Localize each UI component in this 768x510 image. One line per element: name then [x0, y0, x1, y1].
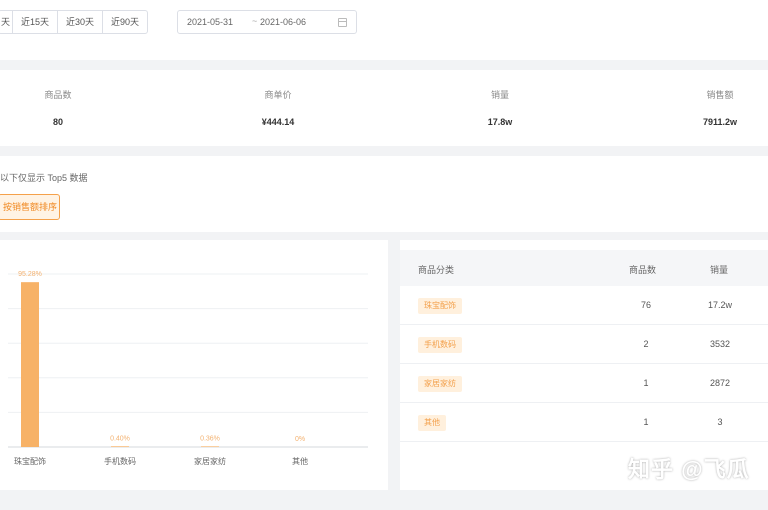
row-count: 1: [643, 378, 649, 388]
stat-value: 80: [52, 117, 63, 127]
stat-label: 商单价: [264, 90, 292, 100]
stat-product-count: 商品数 80: [0, 88, 128, 127]
category-tag[interactable]: 其他: [418, 415, 446, 431]
date-start: 2021-05-31: [187, 17, 234, 27]
top5-tip: 以下仅显示 Top5 数据: [0, 173, 88, 183]
date-range-group: 天 近15天 近30天 近90天: [0, 10, 149, 34]
stat-value: 17.8w: [487, 117, 513, 127]
range-7-days-button[interactable]: 天: [0, 11, 13, 33]
tip-area: 以下仅显示 Top5 数据: [0, 156, 768, 232]
row-count: 76: [640, 300, 651, 310]
stat-unit-price: 商单价 ¥444.14: [208, 88, 348, 127]
header-category: 商品分类: [418, 265, 455, 275]
stat-label: 销量: [490, 90, 509, 100]
summary-stats: 商品数 80 商单价 ¥444.14 销量 17.8w 销售额 7911.2w: [0, 70, 768, 146]
category-label-1: 手机数码: [104, 456, 136, 466]
date-separator: ~: [252, 16, 258, 26]
row-count: 1: [643, 417, 649, 427]
row-sales: 3532: [709, 339, 731, 349]
header-sales: 销量: [710, 265, 729, 275]
category-label-2: 家居家纺: [194, 456, 226, 466]
stat-label: 商品数: [44, 90, 72, 100]
category-chart: 95.28% 珠宝配饰 0.40% 手机数码 0.36% 家居家纺 0% 其他: [0, 240, 388, 490]
bar-2: [201, 446, 219, 447]
data-label-2: 0.36%: [200, 435, 220, 442]
stat-value: 7911.2w: [702, 117, 738, 127]
range-30-days-button[interactable]: 近30天: [58, 11, 104, 33]
row-sales: 3: [717, 417, 723, 427]
table-row[interactable]: 其他 1 3: [400, 403, 768, 442]
table-row[interactable]: 家居家纺 1 2872: [400, 364, 768, 403]
calendar-icon[interactable]: [338, 18, 347, 27]
stat-sales-volume: 销量 17.8w: [430, 88, 570, 127]
watermark: 知乎 @飞瓜: [628, 457, 750, 482]
range-15-days-button[interactable]: 近15天: [13, 11, 59, 33]
table-row[interactable]: 珠宝配饰 76 17.2w: [400, 286, 768, 325]
filter-bar: 天 近15天 近30天 近90天 2021-05-31 ~ 2021-06-06: [0, 0, 768, 60]
stat-value: ¥444.14: [261, 117, 295, 127]
date-range-picker[interactable]: 2021-05-31 ~ 2021-06-06: [177, 10, 357, 34]
data-label-0: 95.28%: [18, 271, 42, 278]
range-90-days-button[interactable]: 近90天: [103, 11, 147, 33]
category-tag[interactable]: 手机数码: [418, 337, 462, 353]
header-count: 商品数: [629, 265, 657, 275]
bar-0: [21, 282, 39, 447]
row-sales: 17.2w: [707, 300, 733, 310]
bar-chart: 95.28% 珠宝配饰 0.40% 手机数码 0.36% 家居家纺 0% 其他: [8, 271, 368, 466]
category-label-0: 珠宝配饰: [14, 456, 46, 466]
row-sales: 2872: [709, 378, 731, 388]
table-header: 商品分类 商品数 销量: [400, 250, 768, 286]
bar-1: [111, 446, 129, 447]
category-tag[interactable]: 珠宝配饰: [418, 298, 462, 314]
table-row[interactable]: 手机数码 2 3532: [400, 325, 768, 364]
stat-sales-amount: 销售额 7911.2w: [650, 88, 768, 127]
sort-by-sales-button[interactable]: 按销售额排序: [0, 194, 60, 220]
date-end: 2021-06-06: [260, 17, 307, 27]
category-label-3: 其他: [292, 456, 308, 466]
category-tag[interactable]: 家居家纺: [418, 376, 462, 392]
stat-label: 销售额: [706, 90, 734, 100]
data-label-3: 0%: [295, 436, 305, 443]
row-count: 2: [643, 339, 649, 349]
data-label-1: 0.40%: [110, 435, 130, 442]
